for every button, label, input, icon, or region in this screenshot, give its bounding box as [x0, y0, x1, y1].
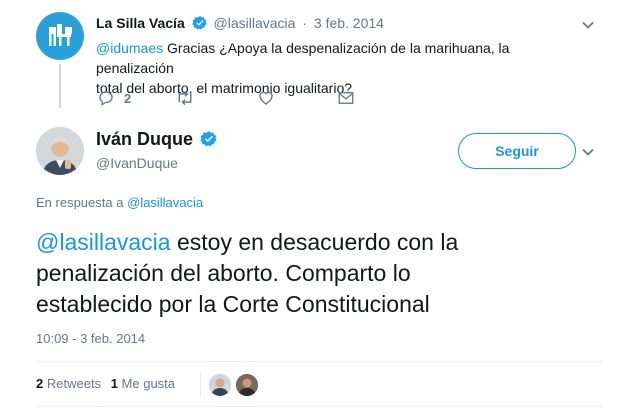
- original-tweet-header: La Silla Vacía @lasillavacia · 3 feb. 20…: [96, 15, 384, 31]
- tweet-timestamp[interactable]: 10:09 - 3 feb. 2014: [36, 331, 145, 346]
- author-handle[interactable]: @IvanDuque: [96, 155, 178, 171]
- like-icon: [259, 91, 273, 105]
- liker-avatar[interactable]: [236, 374, 258, 396]
- author-name[interactable]: Iván Duque: [96, 129, 193, 149]
- thread-connector-line: [59, 64, 61, 108]
- main-author-header: Iván Duque: [96, 129, 218, 150]
- tweet-date[interactable]: 3 feb. 2014: [314, 15, 384, 31]
- tweet-text-line1: estoy en desacuerdo con la: [170, 229, 459, 255]
- reply-icon: [99, 91, 113, 107]
- user-photo: [209, 374, 231, 396]
- like-button[interactable]: [257, 89, 275, 112]
- profile-photo: [36, 127, 84, 175]
- original-tweet-text: @idumaes Gracias ¿Apoya la despenalizaci…: [96, 38, 576, 98]
- reply-to-handle[interactable]: @lasillavacia: [127, 195, 203, 210]
- main-tweet-text: @lasillavacia estoy en desacuerdo con la…: [36, 227, 596, 320]
- verified-badge-icon: [191, 16, 207, 30]
- reply-to-prefix: En respuesta a: [36, 195, 128, 210]
- tweet-text-line3: establecido por la Corte Constitucional: [36, 291, 430, 317]
- verified-badge-icon: [200, 131, 217, 147]
- tweet-text-line2: total del aborto, el matrimonio igualita…: [96, 80, 353, 96]
- tweet-text-line2: penalización del aborto. Comparto lo: [36, 260, 411, 286]
- stats-separator: [200, 372, 201, 398]
- divider: [36, 406, 602, 407]
- mention-link[interactable]: @lasillavacia: [36, 229, 171, 255]
- likes-stat[interactable]: 1 Me gusta: [111, 376, 175, 391]
- retweets-stat[interactable]: 2 Retweets: [36, 376, 105, 391]
- retweet-button[interactable]: [175, 89, 195, 112]
- silla-logo-icon: [49, 24, 72, 46]
- likes-count: 1: [110, 376, 118, 391]
- direct-message-button[interactable]: [337, 89, 355, 112]
- retweeter-avatar[interactable]: [209, 374, 231, 396]
- chevron-down-icon[interactable]: [581, 18, 595, 37]
- author-name[interactable]: La Silla Vacía: [96, 15, 185, 31]
- message-icon: [338, 92, 354, 104]
- author-handle[interactable]: @lasillavacia: [214, 15, 296, 31]
- ivan-duque-avatar[interactable]: [36, 127, 84, 175]
- retweet-icon: [178, 90, 192, 106]
- tweet-stats: 2 Retweets 1 Me gusta: [36, 376, 175, 391]
- reply-context: En respuesta a @lasillavacia: [36, 195, 203, 210]
- user-photo: [236, 374, 258, 396]
- chevron-down-icon[interactable]: [581, 145, 595, 164]
- follow-button[interactable]: Seguir: [458, 133, 576, 169]
- retweets-count: 2: [36, 376, 44, 391]
- la-silla-vacia-avatar[interactable]: [36, 12, 84, 60]
- divider: [36, 361, 602, 362]
- separator-dot: ·: [302, 15, 307, 31]
- reply-button[interactable]: [97, 89, 115, 112]
- likes-label: Me gusta: [121, 376, 176, 391]
- mention-link[interactable]: @idumaes: [96, 40, 163, 56]
- reply-count: 2: [124, 91, 132, 106]
- retweets-label: Retweets: [46, 376, 102, 391]
